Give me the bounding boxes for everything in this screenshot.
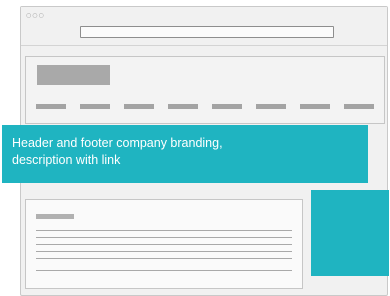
nav-item-placeholder[interactable] [168, 104, 198, 109]
nav-bar-placeholder [36, 104, 374, 109]
address-bar[interactable] [80, 26, 334, 38]
text-line-placeholder [36, 251, 292, 252]
banner-text-line-2[interactable]: description with link [12, 152, 312, 169]
banner-text-line-1: Header and footer company branding, [12, 136, 223, 150]
toolbar-divider [21, 45, 387, 46]
nav-item-placeholder[interactable] [80, 104, 110, 109]
logo-placeholder [37, 65, 110, 85]
nav-item-placeholder[interactable] [36, 104, 66, 109]
text-line-placeholder [36, 270, 292, 271]
text-line-placeholder [36, 230, 292, 231]
site-header-wireframe [25, 56, 385, 124]
card-heading-placeholder [36, 214, 74, 219]
window-controls-icon[interactable]: ○○○ [26, 12, 45, 20]
nav-item-placeholder[interactable] [256, 104, 286, 109]
browser-titlebar: ○○○ [21, 7, 387, 45]
text-line-placeholder [36, 258, 292, 259]
text-line-placeholder [36, 237, 292, 238]
nav-item-placeholder[interactable] [344, 104, 374, 109]
highlight-panel-side [311, 190, 389, 276]
text-line-placeholder [36, 244, 292, 245]
nav-item-placeholder[interactable] [300, 104, 330, 109]
nav-item-placeholder[interactable] [124, 104, 154, 109]
highlight-banner: Header and footer company branding, desc… [2, 125, 368, 183]
banner-description: Header and footer company branding, desc… [12, 135, 312, 169]
nav-item-placeholder[interactable] [212, 104, 242, 109]
content-card-wireframe [25, 199, 303, 289]
